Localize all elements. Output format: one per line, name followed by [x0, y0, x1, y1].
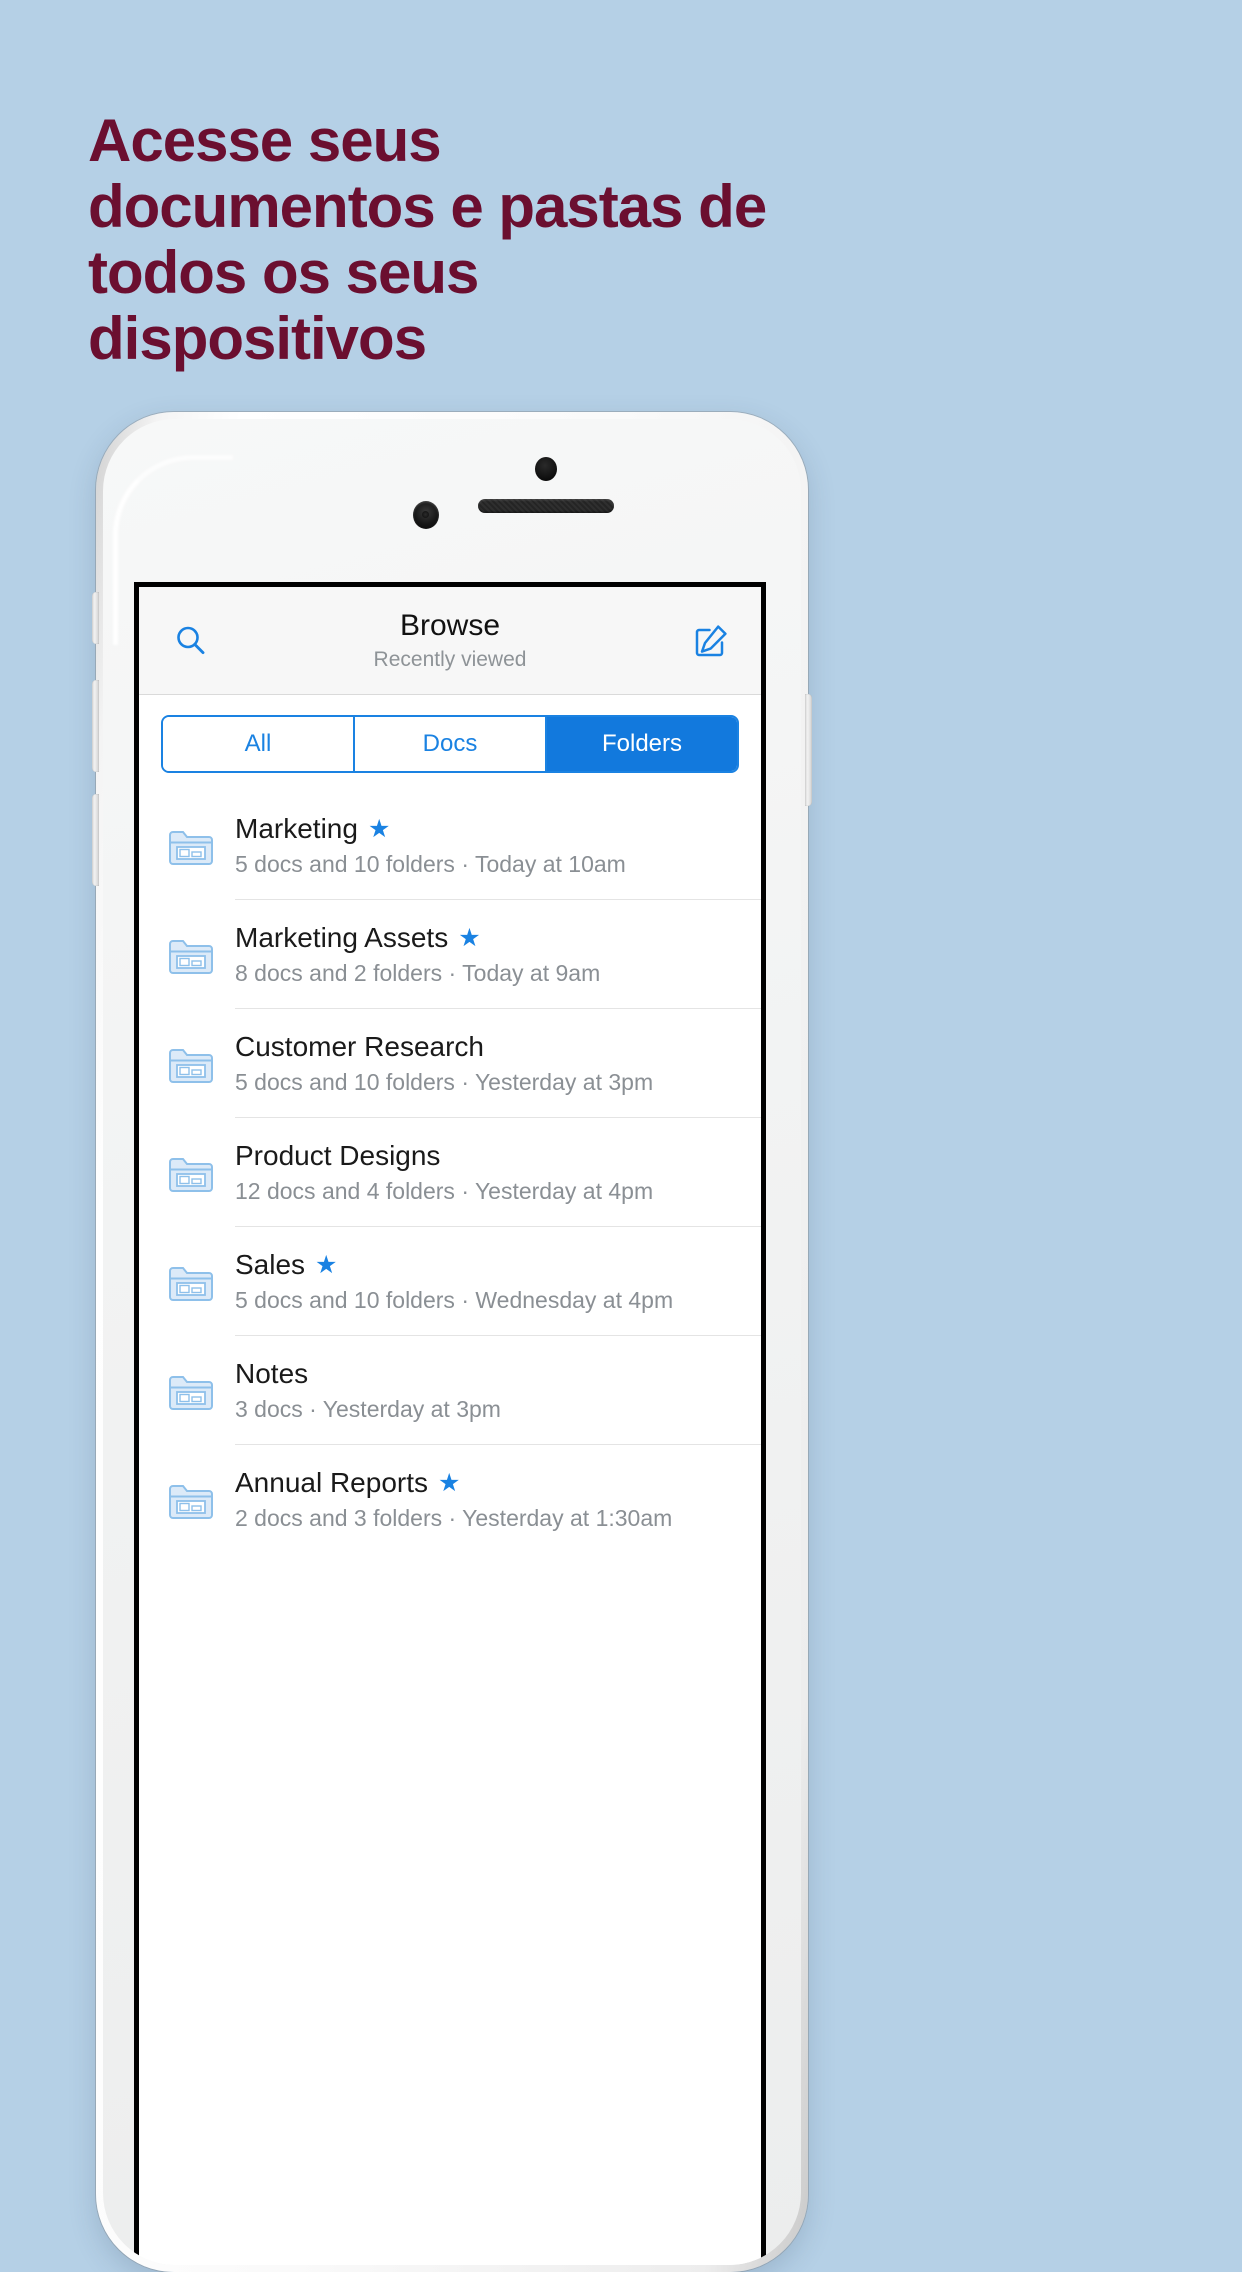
list-item-subtitle: 3 docs · Yesterday at 3pm: [235, 1396, 501, 1422]
folder-icon-wrap: [163, 1358, 219, 1412]
folder-list: Marketing ★ 5 docs and 10 folders · Toda…: [139, 791, 761, 1554]
compose-button[interactable]: [687, 617, 735, 665]
list-item-subtitle: 12 docs and 4 folders · Yesterday at 4pm: [235, 1178, 654, 1204]
list-item[interactable]: Customer Research 5 docs and 10 folders …: [163, 1009, 761, 1118]
list-item-body: Sales ★ 5 docs and 10 folders · Wednesda…: [219, 1249, 761, 1314]
page-title: Browse: [399, 609, 501, 642]
list-item[interactable]: Product Designs 12 docs and 4 folders · …: [163, 1118, 761, 1227]
phone-screen: Browse Recently viewed All Docs Folders …: [134, 582, 766, 2265]
list-item-title: Sales: [235, 1249, 306, 1280]
search-icon: [177, 626, 205, 654]
list-item-title-row: Customer Research: [235, 1031, 761, 1063]
volume-down-button[interactable]: [92, 794, 99, 886]
list-item-title: Annual Reports: [235, 1467, 429, 1498]
folder-icon-wrap: [163, 1140, 219, 1194]
tab-all[interactable]: All: [163, 717, 355, 771]
power-button[interactable]: [805, 694, 812, 806]
tab-docs[interactable]: Docs: [355, 717, 547, 771]
list-item-title-row: Annual Reports ★: [235, 1467, 761, 1499]
page-headline: Acesse seus documentos e pastas de todos…: [88, 107, 767, 372]
page-subtitle: Recently viewed: [373, 648, 527, 671]
list-item-body: Marketing ★ 5 docs and 10 folders · Toda…: [219, 813, 761, 878]
folder-icon-wrap: [163, 922, 219, 976]
folder-icon: [169, 1158, 213, 1192]
silent-switch[interactable]: [92, 592, 99, 644]
list-item-subtitle: 5 docs and 10 folders · Yesterday at 3pm: [235, 1069, 654, 1095]
list-item-title: Product Designs: [235, 1140, 441, 1171]
volume-up-button[interactable]: [92, 680, 99, 772]
list-item-subtitle: 8 docs and 2 folders · Today at 9am: [235, 960, 601, 986]
list-item-subtitle: 5 docs and 10 folders · Today at 10am: [235, 851, 626, 877]
folder-icon: [169, 1049, 213, 1083]
list-item-subtitle: 5 docs and 10 folders · Wednesday at 4pm: [235, 1287, 674, 1313]
star-icon: ★: [315, 1250, 338, 1279]
segmented-control[interactable]: All Docs Folders: [161, 715, 739, 773]
list-item-title-row: Sales ★: [235, 1249, 761, 1281]
list-item-title: Notes: [235, 1358, 309, 1389]
list-item-title: Customer Research: [235, 1031, 484, 1062]
list-item[interactable]: Notes 3 docs · Yesterday at 3pm: [163, 1336, 761, 1445]
phone-bezel: Browse Recently viewed All Docs Folders …: [103, 419, 801, 2265]
star-icon: ★: [367, 814, 391, 843]
folder-icon-wrap: [163, 813, 219, 867]
phone-device-mockup: Browse Recently viewed All Docs Folders …: [92, 412, 812, 2272]
folder-icon: [169, 1376, 213, 1410]
list-item[interactable]: Sales ★ 5 docs and 10 folders · Wednesda…: [163, 1227, 761, 1336]
list-item-body: Notes 3 docs · Yesterday at 3pm: [219, 1358, 761, 1423]
list-item-body: Marketing Assets ★ 8 docs and 2 folders …: [219, 922, 761, 987]
list-item-title: Marketing: [235, 813, 358, 844]
list-item[interactable]: Annual Reports ★ 2 docs and 3 folders · …: [163, 1445, 761, 1554]
folder-icon-wrap: [163, 1031, 219, 1085]
folder-icon: [169, 1267, 213, 1301]
tab-folders[interactable]: Folders: [547, 717, 737, 771]
front-camera-icon: [413, 501, 439, 529]
proximity-sensor-icon: [535, 457, 557, 481]
list-item-title-row: Marketing ★: [235, 813, 761, 845]
filter-bar: All Docs Folders: [139, 695, 761, 791]
earpiece-speaker-icon: [478, 499, 614, 513]
list-item-title-row: Product Designs: [235, 1140, 761, 1172]
folder-icon: [169, 831, 213, 865]
folder-icon-wrap: [163, 1249, 219, 1303]
list-item[interactable]: Marketing ★ 5 docs and 10 folders · Toda…: [163, 791, 761, 900]
folder-icon-wrap: [163, 1467, 219, 1521]
folder-icon: [169, 1485, 213, 1519]
list-item-title-row: Marketing Assets ★: [235, 922, 761, 954]
list-item-body: Customer Research 5 docs and 10 folders …: [219, 1031, 761, 1096]
list-item-title-row: Notes: [235, 1358, 761, 1390]
search-button[interactable]: [167, 617, 215, 665]
list-item-body: Annual Reports ★ 2 docs and 3 folders · …: [219, 1467, 761, 1532]
navbar-title-group: Browse Recently viewed: [373, 609, 527, 671]
star-icon: ★: [458, 923, 481, 952]
compose-icon: [695, 624, 727, 656]
list-item-title: Marketing Assets: [235, 922, 449, 953]
folder-icon: [169, 940, 213, 974]
app-screen: Browse Recently viewed All Docs Folders …: [139, 587, 761, 2265]
list-item-body: Product Designs 12 docs and 4 folders · …: [219, 1140, 761, 1205]
list-item[interactable]: Marketing Assets ★ 8 docs and 2 folders …: [163, 900, 761, 1009]
app-navbar: Browse Recently viewed: [139, 587, 761, 695]
list-item-subtitle: 2 docs and 3 folders · Yesterday at 1:30…: [235, 1505, 673, 1531]
star-icon: ★: [438, 1468, 461, 1497]
